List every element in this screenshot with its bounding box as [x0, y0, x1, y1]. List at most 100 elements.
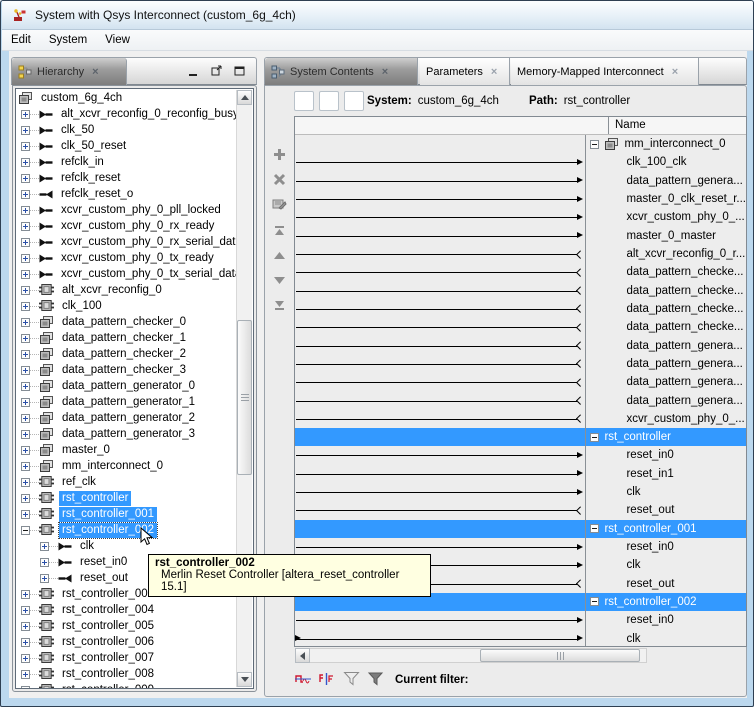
connection-cell[interactable]	[295, 245, 585, 263]
expand-icon[interactable]	[21, 478, 30, 487]
connection-cell[interactable]	[295, 263, 585, 281]
tree-item[interactable]: refclk_reset_o	[16, 186, 236, 202]
connection-cell[interactable]	[295, 410, 585, 428]
port-row[interactable]: data_pattern_checke...	[586, 318, 746, 336]
tree-item[interactable]: xcvr_custom_phy_0_rx_serial_data	[16, 234, 236, 250]
port-row[interactable]: reset_out	[586, 501, 746, 519]
connection-cell[interactable]	[295, 190, 585, 208]
scroll-left-button[interactable]	[295, 648, 310, 663]
connection-cell[interactable]	[295, 391, 585, 409]
expand-icon[interactable]	[21, 254, 30, 263]
port-row[interactable]: alt_xcvr_reconfig_0_r...	[586, 245, 746, 263]
tree-item[interactable]: rst_controller_009	[16, 682, 236, 688]
port-row[interactable]: reset_in0	[586, 611, 746, 629]
tree-item[interactable]: data_pattern_generator_2	[16, 410, 236, 426]
expand-icon[interactable]	[21, 638, 30, 647]
menu-system[interactable]: System	[40, 32, 96, 48]
port-row[interactable]: clk	[586, 483, 746, 501]
tree-item[interactable]: rst_controller_005	[16, 618, 236, 634]
expand-icon[interactable]	[21, 158, 30, 167]
close-icon[interactable]: ×	[672, 67, 678, 78]
port-row[interactable]: reset_in0	[586, 446, 746, 464]
close-icon[interactable]: ×	[491, 67, 497, 78]
expand-icon[interactable]	[40, 574, 49, 583]
tree-item[interactable]: rst_controller_001	[16, 506, 236, 522]
port-row[interactable]: clk_100_clk	[586, 153, 746, 171]
tree-item[interactable]: xcvr_custom_phy_0_tx_serial_data	[16, 266, 236, 282]
toolbar-button-2[interactable]	[319, 91, 339, 111]
module-row[interactable]: rst_controller	[586, 428, 746, 446]
scroll-up-button[interactable]	[237, 90, 252, 105]
expand-icon[interactable]	[21, 686, 30, 689]
tree-item[interactable]: clk_100	[16, 298, 236, 314]
tree-item[interactable]: data_pattern_generator_0	[16, 378, 236, 394]
port-row[interactable]: master_0_clk_reset_r...	[586, 190, 746, 208]
tab-system-contents[interactable]: System Contents ×	[265, 58, 418, 86]
expand-icon[interactable]	[21, 606, 30, 615]
connection-cell[interactable]	[295, 172, 585, 190]
tree-item[interactable]: rst_controller_007	[16, 650, 236, 666]
add-icon[interactable]	[271, 146, 288, 163]
port-row[interactable]: clk	[586, 556, 746, 574]
connection-cell[interactable]	[295, 153, 585, 171]
connection-cell[interactable]	[295, 336, 585, 354]
collapse-icon[interactable]	[590, 433, 599, 442]
expand-icon[interactable]	[21, 414, 30, 423]
close-icon[interactable]: ×	[92, 67, 98, 78]
expand-icon[interactable]	[21, 670, 30, 679]
scroll-down-button[interactable]	[237, 672, 252, 687]
expand-icon[interactable]	[21, 366, 30, 375]
tree-item[interactable]: refclk_reset	[16, 170, 236, 186]
tree-item[interactable]: rst_controller_002	[16, 522, 236, 538]
clear-filter-icon[interactable]	[367, 671, 384, 689]
collapse-icon[interactable]	[590, 140, 599, 149]
connection-cell[interactable]	[295, 318, 585, 336]
tab-memory-mapped-interconnect[interactable]: Memory-Mapped Interconnect ×	[511, 58, 699, 86]
connection-cell[interactable]	[295, 355, 585, 373]
port-row[interactable]: reset_out	[586, 575, 746, 593]
expand-icon[interactable]	[21, 462, 30, 471]
collapse-icon[interactable]	[21, 526, 30, 535]
port-row[interactable]: reset_in0	[586, 538, 746, 556]
tree-item[interactable]: alt_xcvr_reconfig_0	[16, 282, 236, 298]
tree-item[interactable]: custom_6g_4ch	[16, 90, 236, 106]
expand-icon[interactable]	[21, 286, 30, 295]
maximize-icon[interactable]	[233, 65, 246, 77]
tree-item[interactable]: data_pattern_checker_2	[16, 346, 236, 362]
tree-item[interactable]: clk_50	[16, 122, 236, 138]
expand-icon[interactable]	[21, 622, 30, 631]
collapse-icon[interactable]	[590, 524, 599, 533]
tree-item[interactable]: xcvr_custom_phy_0_tx_ready	[16, 250, 236, 266]
reset-crossing-icon[interactable]	[319, 672, 336, 689]
tree-item[interactable]: mm_interconnect_0	[16, 458, 236, 474]
scrollbar-thumb[interactable]	[480, 649, 640, 662]
tree-item[interactable]: alt_xcvr_reconfig_0_reconfig_busy	[16, 106, 236, 122]
module-row[interactable]: rst_controller_002	[586, 593, 746, 611]
hierarchy-scrollbar[interactable]	[236, 90, 252, 687]
expand-icon[interactable]	[21, 510, 30, 519]
tab-parameters[interactable]: Parameters ×	[420, 58, 510, 86]
menu-view[interactable]: View	[96, 32, 139, 48]
expand-icon[interactable]	[21, 206, 30, 215]
expand-icon[interactable]	[40, 558, 49, 567]
port-row[interactable]: data_pattern_checke...	[586, 263, 746, 281]
expand-icon[interactable]	[21, 318, 30, 327]
connection-cell[interactable]	[295, 428, 585, 446]
connection-cell[interactable]	[295, 300, 585, 318]
port-row[interactable]: xcvr_custom_phy_0_...	[586, 410, 746, 428]
tree-item[interactable]: data_pattern_checker_0	[16, 314, 236, 330]
module-row[interactable]: rst_controller_001	[586, 520, 746, 538]
tree-item[interactable]: data_pattern_checker_3	[16, 362, 236, 378]
connection-cell[interactable]	[295, 446, 585, 464]
connection-cell[interactable]	[295, 629, 585, 647]
move-down-icon[interactable]	[271, 271, 288, 288]
connection-cell[interactable]	[295, 611, 585, 629]
tree-item[interactable]: data_pattern_generator_3	[16, 426, 236, 442]
port-row[interactable]: data_pattern_checke...	[586, 300, 746, 318]
expand-icon[interactable]	[21, 302, 30, 311]
toolbar-button-1[interactable]	[294, 91, 314, 111]
expand-icon[interactable]	[21, 350, 30, 359]
port-row[interactable]: reset_in1	[586, 465, 746, 483]
tree-item[interactable]: rst_controller_004	[16, 602, 236, 618]
port-row[interactable]: data_pattern_genera...	[586, 391, 746, 409]
